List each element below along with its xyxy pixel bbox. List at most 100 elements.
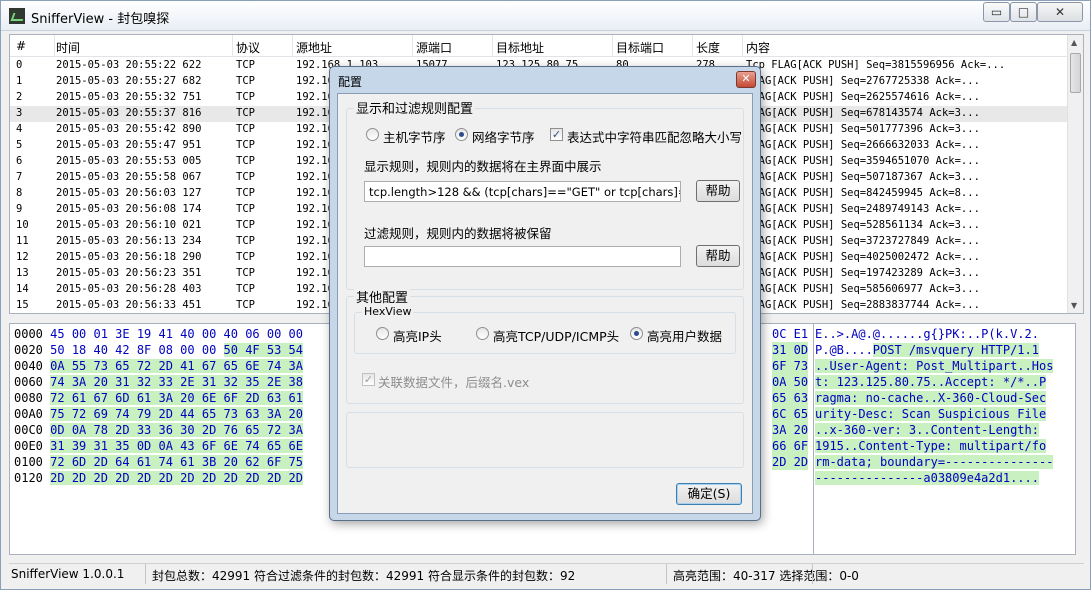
cell-index: 8 <box>16 187 23 199</box>
cell-index: 7 <box>16 171 23 183</box>
ascii-text-highlighted: rm-data; boundary=--------------- <box>815 455 1054 469</box>
column-header-index[interactable]: # <box>16 39 26 53</box>
cell-protocol: TCP <box>236 235 255 247</box>
hex-bytes-highlighted: 31 39 31 35 0D 0A 43 6F 6E 74 65 6E <box>50 439 304 453</box>
radio-highlight-ip-label[interactable]: 高亮IP头 <box>393 326 442 345</box>
ascii-line: E..>.A@.@......g{}PK:..P(k.V.2. <box>815 326 1039 342</box>
cell-protocol: TCP <box>236 75 255 87</box>
hex-bytes: 45 00 01 3E 19 41 40 00 40 06 00 00 <box>50 327 304 341</box>
radio-network-byte-order[interactable] <box>455 128 468 141</box>
cell-protocol: TCP <box>236 155 255 167</box>
maximize-button[interactable]: □ <box>1010 2 1037 22</box>
cell-time: 2015-05-03 20:56:10 021 <box>56 219 202 231</box>
radio-network-byte-order-label[interactable]: 网络字节序 <box>472 127 535 146</box>
close-button[interactable]: ✕ <box>1037 2 1083 22</box>
ascii-text: P.@B.... <box>815 343 873 357</box>
dialog-close-button[interactable]: ✕ <box>736 71 756 88</box>
cell-time: 2015-05-03 20:55:27 682 <box>56 75 202 87</box>
hex-offset: 0060 <box>14 375 43 389</box>
filter-rule-input[interactable] <box>364 246 681 267</box>
hex-bytes-tail: 0C E1 <box>772 327 809 341</box>
column-header-content[interactable]: 内容 <box>746 39 770 56</box>
display-rule-help-button[interactable]: 帮助 <box>696 180 740 202</box>
radio-highlight-ip[interactable] <box>376 327 389 340</box>
radio-host-byte-order[interactable] <box>366 128 379 141</box>
title-bar[interactable]: SnifferView - 封包嗅探 ▭ □ ✕ <box>1 1 1090 31</box>
cell-content: FLAG[ACK PUSH] Seq=2625574616 Ack=... <box>746 91 980 103</box>
hex-bytes-highlighted: 50 4F 53 54 <box>223 343 304 357</box>
filter-rule-help-button[interactable]: 帮助 <box>696 245 740 267</box>
radio-highlight-user[interactable] <box>630 327 643 340</box>
cell-index: 10 <box>16 219 29 231</box>
ascii-line: ..User-Agent: Post_Multipart..Hos <box>815 358 1054 374</box>
dialog-title: 配置 <box>338 75 363 89</box>
cell-content: Tcp FLAG[ACK PUSH] Seq=3815596956 Ack=..… <box>746 59 1006 71</box>
checkbox-ignore-case-label[interactable]: 表达式中字符串匹配忽略大小写 <box>567 127 742 146</box>
minimize-button[interactable]: ▭ <box>983 2 1010 22</box>
cell-content: FLAG[ACK PUSH] Seq=3723727849 Ack=... <box>746 235 980 247</box>
window-title: SnifferView - 封包嗅探 <box>31 12 170 27</box>
ascii-line: ..x-360-ver: 3..Content-Length: <box>815 422 1039 438</box>
column-header-dst-port[interactable]: 目标端口 <box>616 39 664 56</box>
hex-line: 0080 72 61 67 6D 61 3A 20 6E 6F 2D 63 61 <box>14 390 304 406</box>
cell-protocol: TCP <box>236 123 255 135</box>
cell-index: 4 <box>16 123 23 135</box>
ascii-line: urity-Desc: Scan Suspicious File <box>815 406 1047 422</box>
hex-line: 00C0 0D 0A 78 2D 33 36 30 2D 76 65 72 3A <box>14 422 304 438</box>
checkbox-ignore-case[interactable]: ✓ <box>550 128 563 141</box>
column-header-length[interactable]: 长度 <box>696 39 720 56</box>
column-header-protocol[interactable]: 协议 <box>236 39 260 56</box>
scroll-thumb[interactable] <box>1070 53 1081 93</box>
checkbox-associate-vex: ✓ <box>362 373 375 386</box>
hex-bytes-tail: 66 6F <box>772 438 809 454</box>
cell-index: 2 <box>16 91 23 103</box>
cell-time: 2015-05-03 20:55:22 622 <box>56 59 202 71</box>
hex-bytes-highlighted: 72 61 67 6D 61 3A 20 6E 6F 2D 63 61 <box>50 391 304 405</box>
cell-time: 2015-05-03 20:56:13 234 <box>56 235 202 247</box>
ascii-text: E..>.A@.@......g{}PK:..P(k.V.2. <box>815 327 1039 341</box>
ascii-text-highlighted: ..x-360-ver: 3..Content-Length: <box>815 423 1039 437</box>
cell-time: 2015-05-03 20:56:23 351 <box>56 267 202 279</box>
cell-index: 14 <box>16 283 29 295</box>
dialog-body: 显示和过滤规则配置 主机字节序 网络字节序 ✓ 表达式中字符串匹配忽略大小写 显… <box>337 93 753 514</box>
cell-index: 1 <box>16 75 23 87</box>
cell-time: 2015-05-03 20:56:08 174 <box>56 203 202 215</box>
cell-index: 0 <box>16 59 23 71</box>
hex-bytes-tail: 3A 20 <box>772 422 809 438</box>
ascii-text-highlighted: urity-Desc: Scan Suspicious File <box>815 407 1047 421</box>
cell-index: 15 <box>16 299 29 311</box>
radio-host-byte-order-label[interactable]: 主机字节序 <box>383 127 446 146</box>
cell-time: 2015-05-03 20:55:42 890 <box>56 123 202 135</box>
cell-content: FLAG[ACK PUSH] Seq=501777396 Ack=3... <box>746 123 980 135</box>
column-header-src-address[interactable]: 源地址 <box>296 39 332 56</box>
cell-protocol: TCP <box>236 187 255 199</box>
hex-bytes-highlighted: 2D 2D 2D 2D 2D 2D 2D 2D 2D 2D 2D 2D <box>50 471 304 485</box>
ascii-text-highlighted: 1915..Content-Type: multipart/fo <box>815 439 1047 453</box>
scroll-up-arrow-icon[interactable]: ▲ <box>1071 38 1077 47</box>
hex-bytes-tail: 6C 65 <box>772 406 809 422</box>
hex-bytes-tail: 6F 73 <box>772 358 809 374</box>
display-rule-label: 显示规则，规则内的数据将在主界面中展示 <box>364 159 602 174</box>
cell-protocol: TCP <box>236 251 255 263</box>
hex-line: 0040 0A 55 73 65 72 2D 41 67 65 6E 74 3A <box>14 358 304 374</box>
packet-list-scrollbar[interactable]: ▲ ▼ <box>1067 35 1083 313</box>
ok-button[interactable]: 确定(S) <box>676 483 742 505</box>
cell-content: FLAG[ACK PUSH] Seq=585606977 Ack=3... <box>746 283 980 295</box>
column-header-dst-address[interactable]: 目标地址 <box>496 39 544 56</box>
cell-protocol: TCP <box>236 267 255 279</box>
radio-highlight-user-label[interactable]: 高亮用户数据 <box>647 326 722 345</box>
column-header-time[interactable]: 时间 <box>56 39 80 56</box>
scroll-down-arrow-icon[interactable]: ▼ <box>1071 301 1077 310</box>
hex-bytes-highlighted: 74 3A 20 31 32 33 2E 31 32 35 2E 38 <box>50 375 304 389</box>
hex-offset: 0120 <box>14 471 43 485</box>
cell-index: 3 <box>16 107 23 119</box>
app-logo-icon <box>9 8 25 24</box>
hex-view-scrollbar[interactable] <box>1076 323 1084 555</box>
display-rule-input[interactable]: tcp.length>128 && (tcp[chars]=="GET" or … <box>364 181 681 202</box>
ascii-view-panel[interactable]: E..>.A@.@......g{}PK:..P(k.V.2. P.@B....P… <box>814 323 1076 555</box>
column-header-src-port[interactable]: 源端口 <box>416 39 452 56</box>
cell-content: FLAG[ACK PUSH] Seq=4025002472 Ack=... <box>746 251 980 263</box>
radio-highlight-tcp[interactable] <box>476 327 489 340</box>
hexview-group-legend: HexView <box>362 305 414 318</box>
radio-highlight-tcp-label[interactable]: 高亮TCP/UDP/ICMP头 <box>493 326 619 345</box>
